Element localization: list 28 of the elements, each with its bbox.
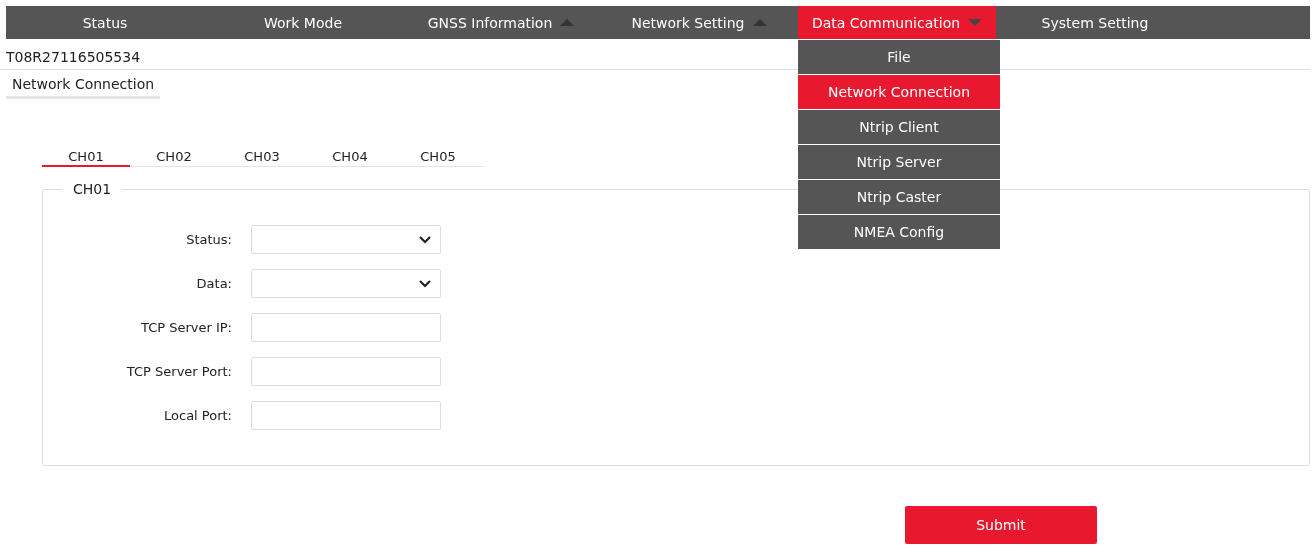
channel-tab[interactable]: CH02 [130, 147, 218, 167]
serial-number: T08R27116505534 [6, 49, 141, 65]
menu-item[interactable]: Network Connection [798, 75, 1000, 109]
menu-item[interactable]: Ntrip Caster [798, 180, 1000, 214]
channel-tab[interactable]: CH04 [306, 147, 394, 167]
dropdown-field[interactable] [251, 269, 441, 298]
field-label: Status: [185, 232, 232, 247]
field-label: TCP Server Port: [125, 364, 232, 379]
field-label: Local Port: [163, 408, 232, 423]
group-title: CH01 [72, 181, 113, 197]
channel-tab[interactable]: CH01 [42, 147, 130, 167]
page-title: Network Connection [6, 74, 161, 99]
dropdown-field[interactable] [251, 225, 441, 254]
submit-button[interactable]: Submit [905, 506, 1097, 544]
field-label: TCP Server IP: [139, 320, 232, 335]
input-field[interactable] [251, 313, 441, 342]
menu-item[interactable]: Ntrip Server [798, 145, 1000, 179]
menu-item[interactable]: Ntrip Client [798, 110, 1000, 144]
chevron-down-icon [418, 278, 432, 289]
channel-tab[interactable]: CH03 [218, 147, 306, 167]
menu-item[interactable]: NMEA Config [798, 215, 1000, 249]
nav-tab[interactable]: Data Communication [798, 6, 996, 39]
channel-tab[interactable]: CH05 [394, 147, 482, 167]
input-field[interactable] [251, 357, 441, 386]
field-label: Data: [195, 276, 232, 291]
menu-item[interactable]: File [798, 40, 1000, 74]
chevron-down-icon [418, 234, 432, 245]
input-field[interactable] [251, 401, 441, 430]
